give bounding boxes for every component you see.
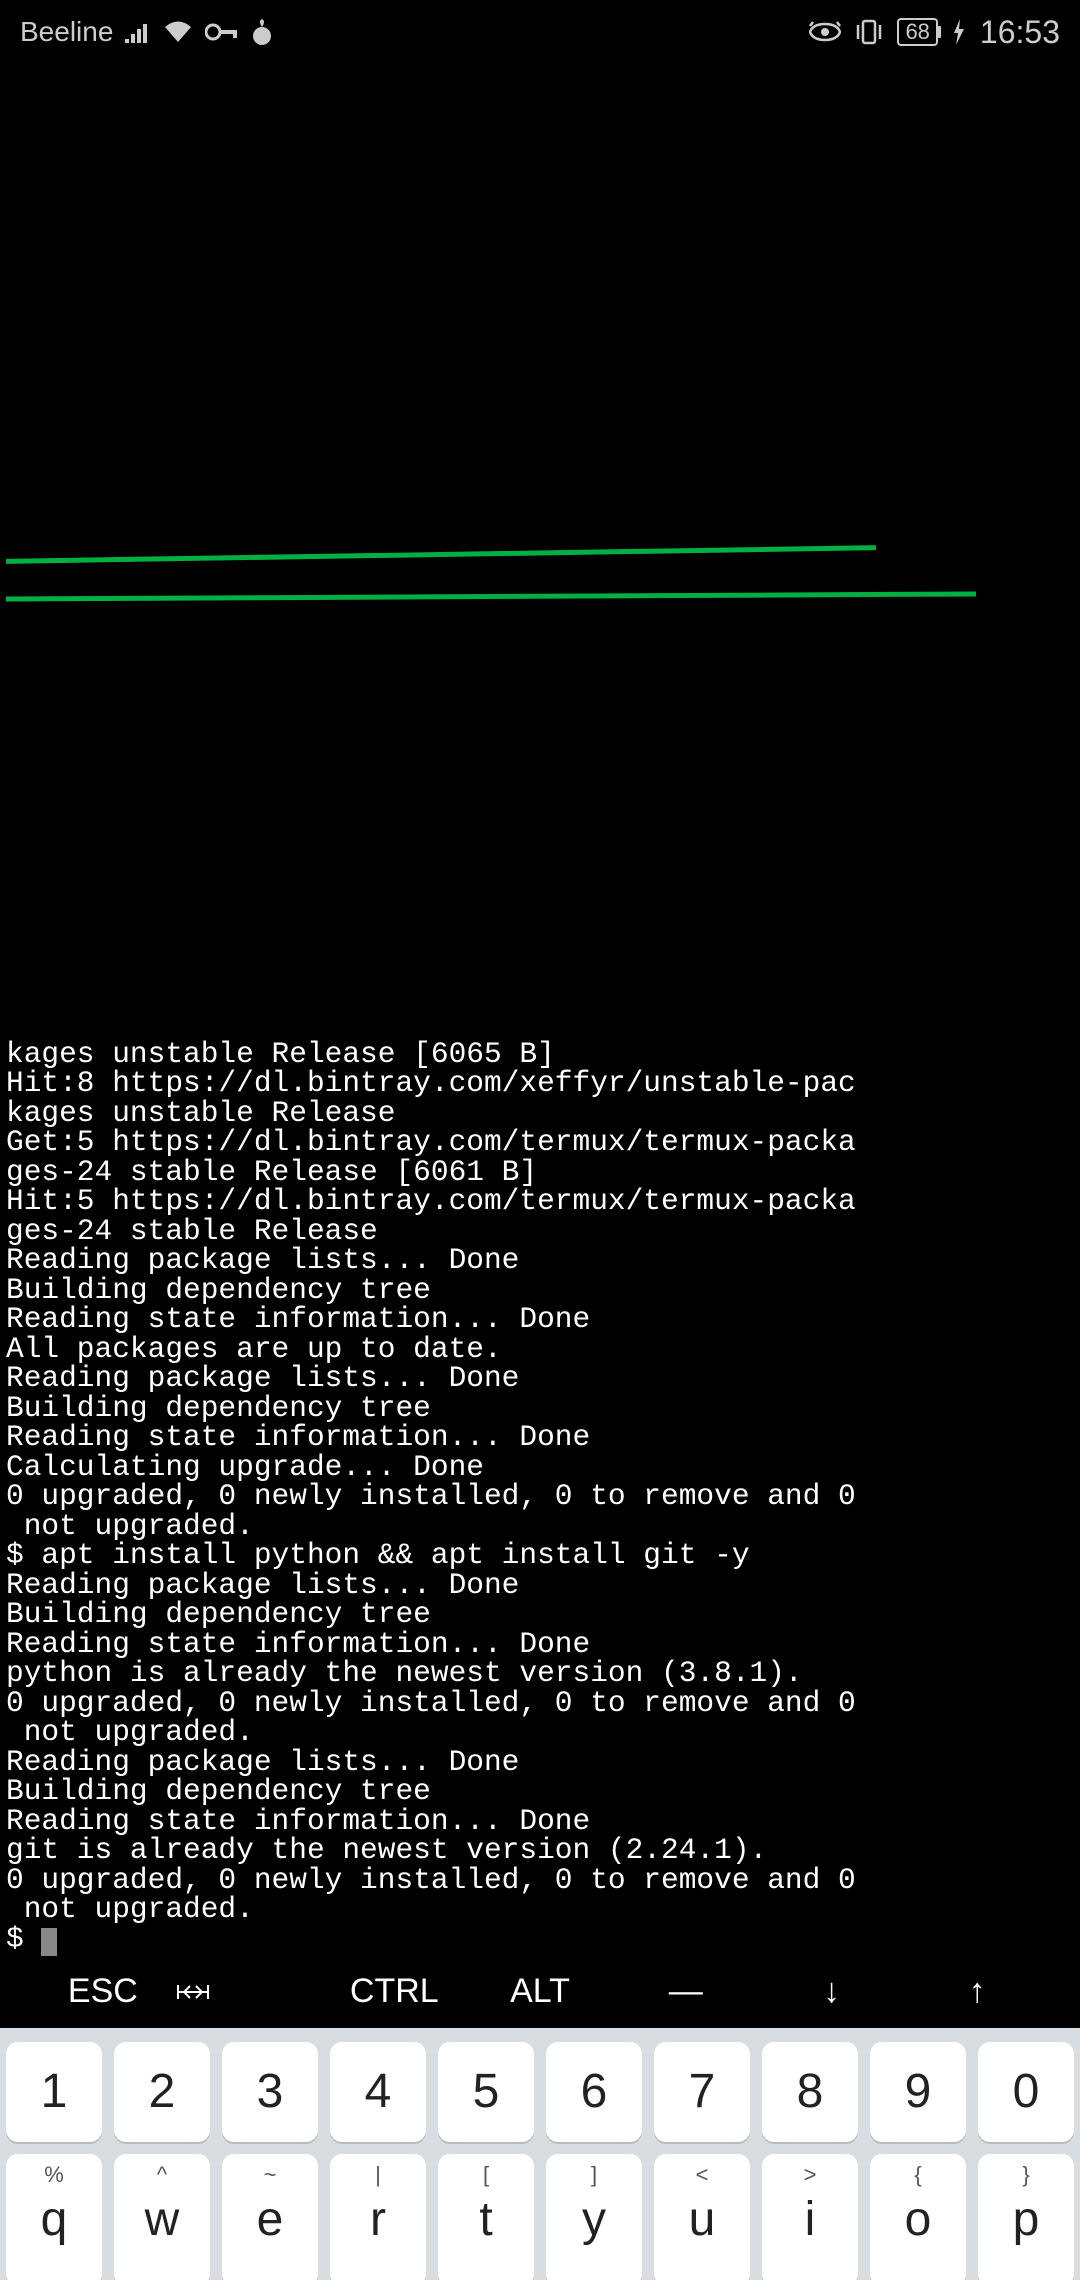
key-2[interactable]: 2 (114, 2042, 210, 2142)
battery-percent: 68 (905, 19, 929, 45)
status-bar: Beeline 68 16:53 (0, 0, 1080, 64)
vpn-key-icon (205, 23, 239, 41)
key-9[interactable]: 9 (870, 2042, 966, 2142)
soft-keyboard: 1 2 3 4 5 6 7 8 9 0 %q ^w ~e |r [t ]y <u… (0, 2028, 1080, 2280)
key-t[interactable]: [t (438, 2154, 534, 2280)
charging-icon (952, 19, 966, 45)
key-7[interactable]: 7 (654, 2042, 750, 2142)
key-y[interactable]: ]y (546, 2154, 642, 2280)
tor-icon (251, 19, 273, 45)
key-o[interactable]: {o (870, 2154, 966, 2280)
key-0[interactable]: 0 (978, 2042, 1074, 2142)
cursor-icon (41, 1928, 57, 1956)
carrier-label: Beeline (20, 16, 113, 48)
eye-comfort-icon (809, 21, 841, 43)
termux-extra-keys: ESC CTRL ALT — ↓ ↑ (0, 1956, 1080, 2028)
terminal-output[interactable]: kages unstable Release [6065 B] Hit:8 ht… (0, 64, 1080, 1956)
alt-key[interactable]: ALT (467, 1972, 613, 2011)
terminal-prompt[interactable]: $ (6, 1922, 57, 1956)
highlight-annotation (6, 545, 876, 564)
dash-key[interactable]: — (613, 1972, 759, 2011)
key-8[interactable]: 8 (762, 2042, 858, 2142)
esc-key[interactable]: ESC (30, 1972, 176, 2011)
highlight-annotation (6, 591, 976, 601)
down-arrow-key[interactable]: ↓ (759, 1972, 905, 2011)
keyboard-row-numbers: 1 2 3 4 5 6 7 8 9 0 (6, 2042, 1074, 2142)
up-arrow-key[interactable]: ↑ (904, 1972, 1050, 2011)
battery-icon: 68 (897, 18, 937, 46)
keyboard-row-2: %q ^w ~e |r [t ]y <u >i {o }p (6, 2154, 1074, 2280)
key-p[interactable]: }p (978, 2154, 1074, 2280)
key-w[interactable]: ^w (114, 2154, 210, 2280)
signal-icon (125, 21, 151, 43)
key-i[interactable]: >i (762, 2154, 858, 2280)
key-6[interactable]: 6 (546, 2042, 642, 2142)
clock-label: 16:53 (980, 14, 1060, 51)
key-5[interactable]: 5 (438, 2042, 534, 2142)
ctrl-key[interactable]: CTRL (321, 1972, 467, 2011)
key-3[interactable]: 3 (222, 2042, 318, 2142)
key-u[interactable]: <u (654, 2154, 750, 2280)
key-1[interactable]: 1 (6, 2042, 102, 2142)
key-e[interactable]: ~e (222, 2154, 318, 2280)
key-r[interactable]: |r (330, 2154, 426, 2280)
key-q[interactable]: %q (6, 2154, 102, 2280)
tab-key[interactable] (176, 1981, 322, 2003)
key-4[interactable]: 4 (330, 2042, 426, 2142)
vibrate-icon (855, 19, 883, 45)
wifi-icon (163, 20, 193, 44)
